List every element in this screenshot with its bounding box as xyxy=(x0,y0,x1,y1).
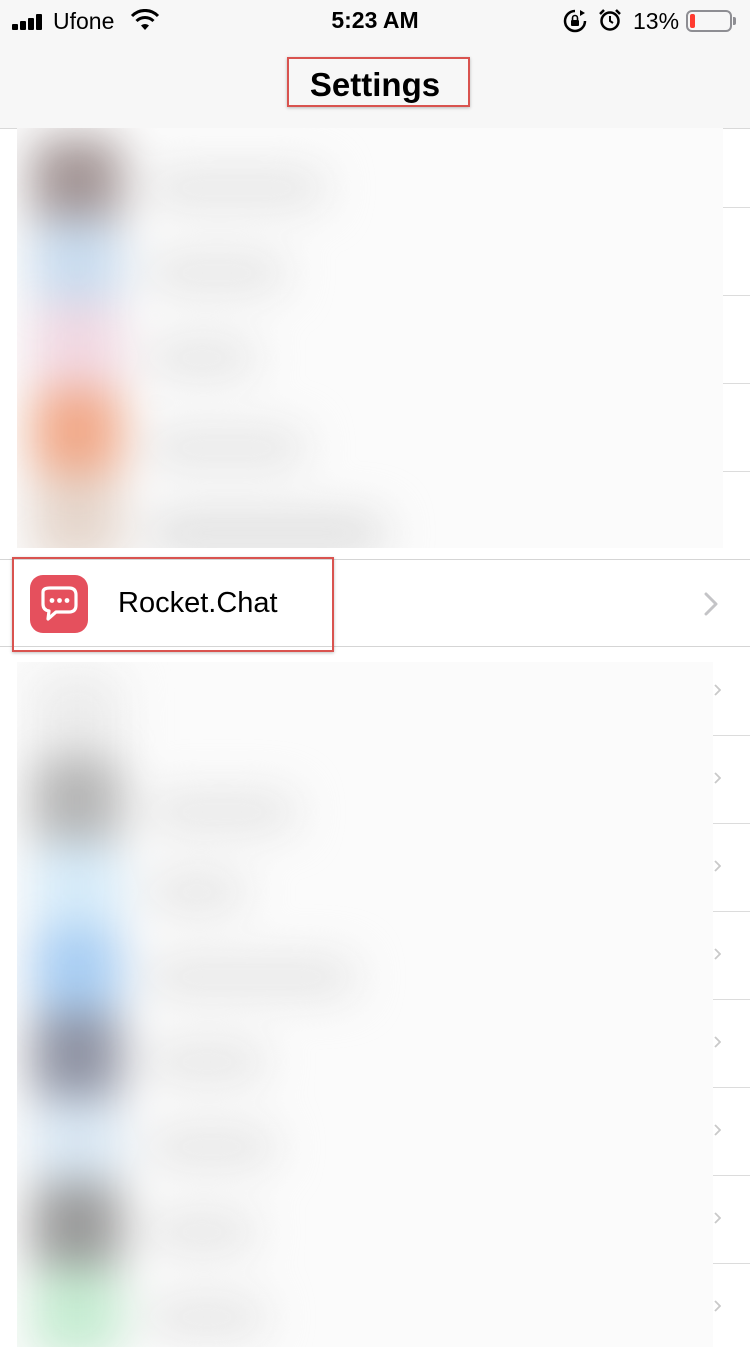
chevron-right-icon[interactable] xyxy=(713,1124,721,1136)
row-separator xyxy=(713,911,750,912)
battery-icon xyxy=(686,10,736,32)
blurred-settings-group-top xyxy=(17,128,723,548)
row-separator xyxy=(713,823,750,824)
row-separator xyxy=(713,999,750,1000)
chevron-right-icon[interactable] xyxy=(713,948,721,960)
row-separator xyxy=(723,471,750,472)
row-highlight-box xyxy=(12,557,334,652)
rotation-lock-icon xyxy=(563,9,587,33)
blurred-settings-group-bottom xyxy=(17,662,713,1347)
chevron-right-icon[interactable] xyxy=(713,684,721,696)
row-separator xyxy=(713,1263,750,1264)
battery-percent: 13% xyxy=(633,8,680,34)
row-separator xyxy=(713,1175,750,1176)
row-separator xyxy=(713,1087,750,1088)
chevron-right-icon[interactable] xyxy=(713,1300,721,1312)
title-highlight-box xyxy=(287,57,470,107)
settings-screen: Ufone 5:23 AM 13% Settings Rocket.Chat xyxy=(0,0,750,1347)
status-bar: Ufone 5:23 AM 13% xyxy=(0,0,750,40)
row-separator xyxy=(723,207,750,208)
chevron-right-icon[interactable] xyxy=(713,860,721,872)
chevron-right-icon[interactable] xyxy=(713,1212,721,1224)
row-separator xyxy=(713,735,750,736)
row-separator xyxy=(723,383,750,384)
alarm-icon xyxy=(599,9,621,31)
navigation-bar: Settings xyxy=(0,40,750,129)
chevron-right-icon[interactable] xyxy=(713,772,721,784)
row-separator xyxy=(723,295,750,296)
chevron-right-icon xyxy=(704,592,718,616)
chevron-right-icon[interactable] xyxy=(713,1036,721,1048)
